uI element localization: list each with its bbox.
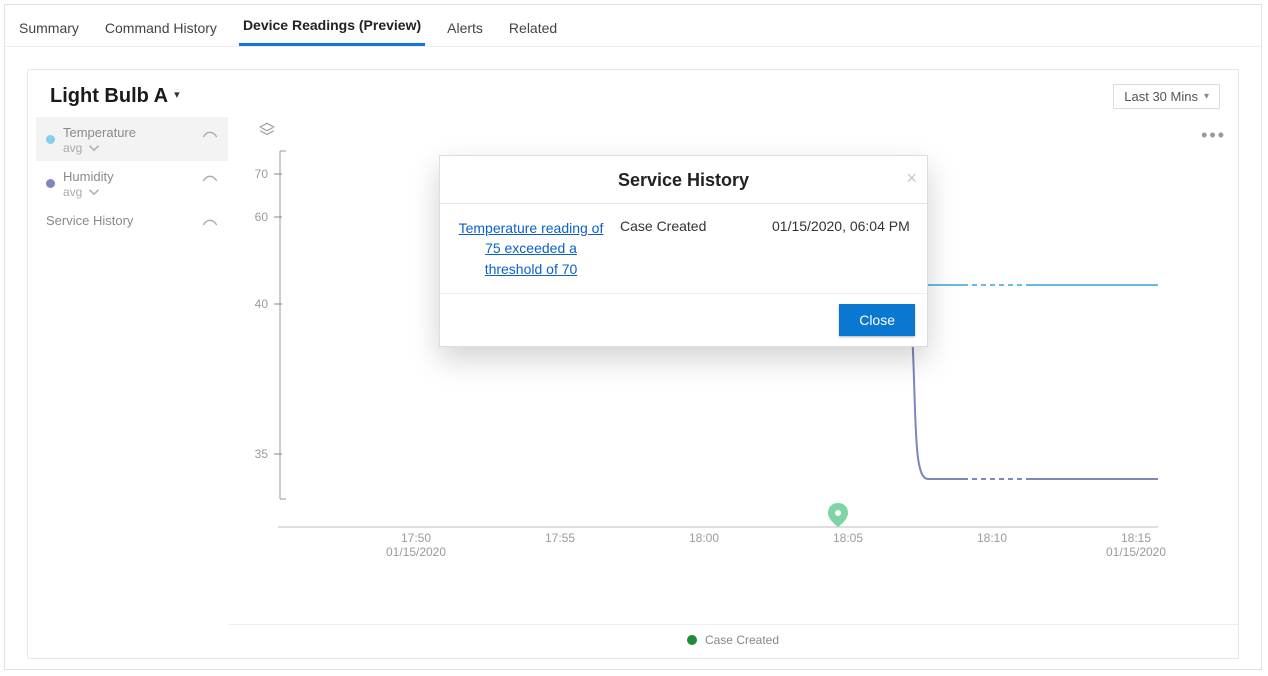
tabs-bar: Summary Command History Device Readings … [5,5,1261,47]
tab-command-history[interactable]: Command History [101,14,221,46]
case-link[interactable]: Temperature reading of 75 exceeded a thr… [456,218,606,279]
x-tick: 18:15 [1121,531,1151,545]
y-tick: 35 [255,447,269,461]
x-tick: 17:50 [401,531,431,545]
legend-label: Humidity [63,169,114,185]
legend-agg: avg [63,141,82,155]
legend-label: Service History [46,213,133,229]
modal-title: Service History [618,170,749,190]
event-legend: Case Created [228,624,1238,647]
y-tick: 60 [255,210,269,224]
case-date: 01/15/2020, 06:04 PM [754,218,911,279]
x-tick: 18:10 [977,531,1007,545]
tab-related[interactable]: Related [505,14,561,46]
eye-icon[interactable] [202,217,218,233]
service-history-modal: Service History × Temperature reading of… [439,155,928,347]
series-legend: Temperature avg Humidity avg [28,113,228,651]
legend-item-humidity[interactable]: Humidity avg [36,161,228,205]
time-range-label: Last 30 Mins [1124,89,1198,104]
eye-icon[interactable] [202,173,218,189]
tab-alerts[interactable]: Alerts [443,14,487,46]
tab-device-readings[interactable]: Device Readings (Preview) [239,11,425,46]
caret-down-icon: ▾ [174,88,180,101]
x-tick: 18:05 [833,531,863,545]
series-color-dot [46,135,55,144]
close-icon[interactable]: × [906,168,917,189]
x-tick: 18:00 [689,531,719,545]
case-type: Case Created [620,218,740,279]
y-tick: 70 [255,167,269,181]
legend-item-service-history[interactable]: Service History [36,205,228,235]
close-button[interactable]: Close [839,304,915,336]
x-date-start: 01/15/2020 [386,545,446,559]
device-dropdown[interactable]: Light Bulb A ▾ [50,85,180,108]
modal-row: Temperature reading of 75 exceeded a thr… [440,204,927,294]
event-marker-case-created[interactable] [828,503,848,527]
legend-item-temperature[interactable]: Temperature avg [36,117,228,161]
chevron-down-icon [88,142,100,154]
event-color-dot [687,635,697,645]
y-tick: 40 [255,297,269,311]
legend-agg: avg [63,185,82,199]
caret-down-icon: ▾ [1204,91,1209,102]
more-icon[interactable]: ••• [1201,125,1226,146]
layers-icon[interactable] [258,121,276,139]
series-color-dot [46,179,55,188]
legend-label: Temperature [63,125,136,141]
event-legend-label: Case Created [705,633,779,647]
x-date-end: 01/15/2020 [1106,545,1166,559]
time-range-dropdown[interactable]: Last 30 Mins ▾ [1113,84,1220,109]
chevron-down-icon [88,186,100,198]
eye-icon[interactable] [202,129,218,145]
tab-summary[interactable]: Summary [15,14,83,46]
device-title: Light Bulb A [50,85,168,108]
x-tick: 17:55 [545,531,575,545]
